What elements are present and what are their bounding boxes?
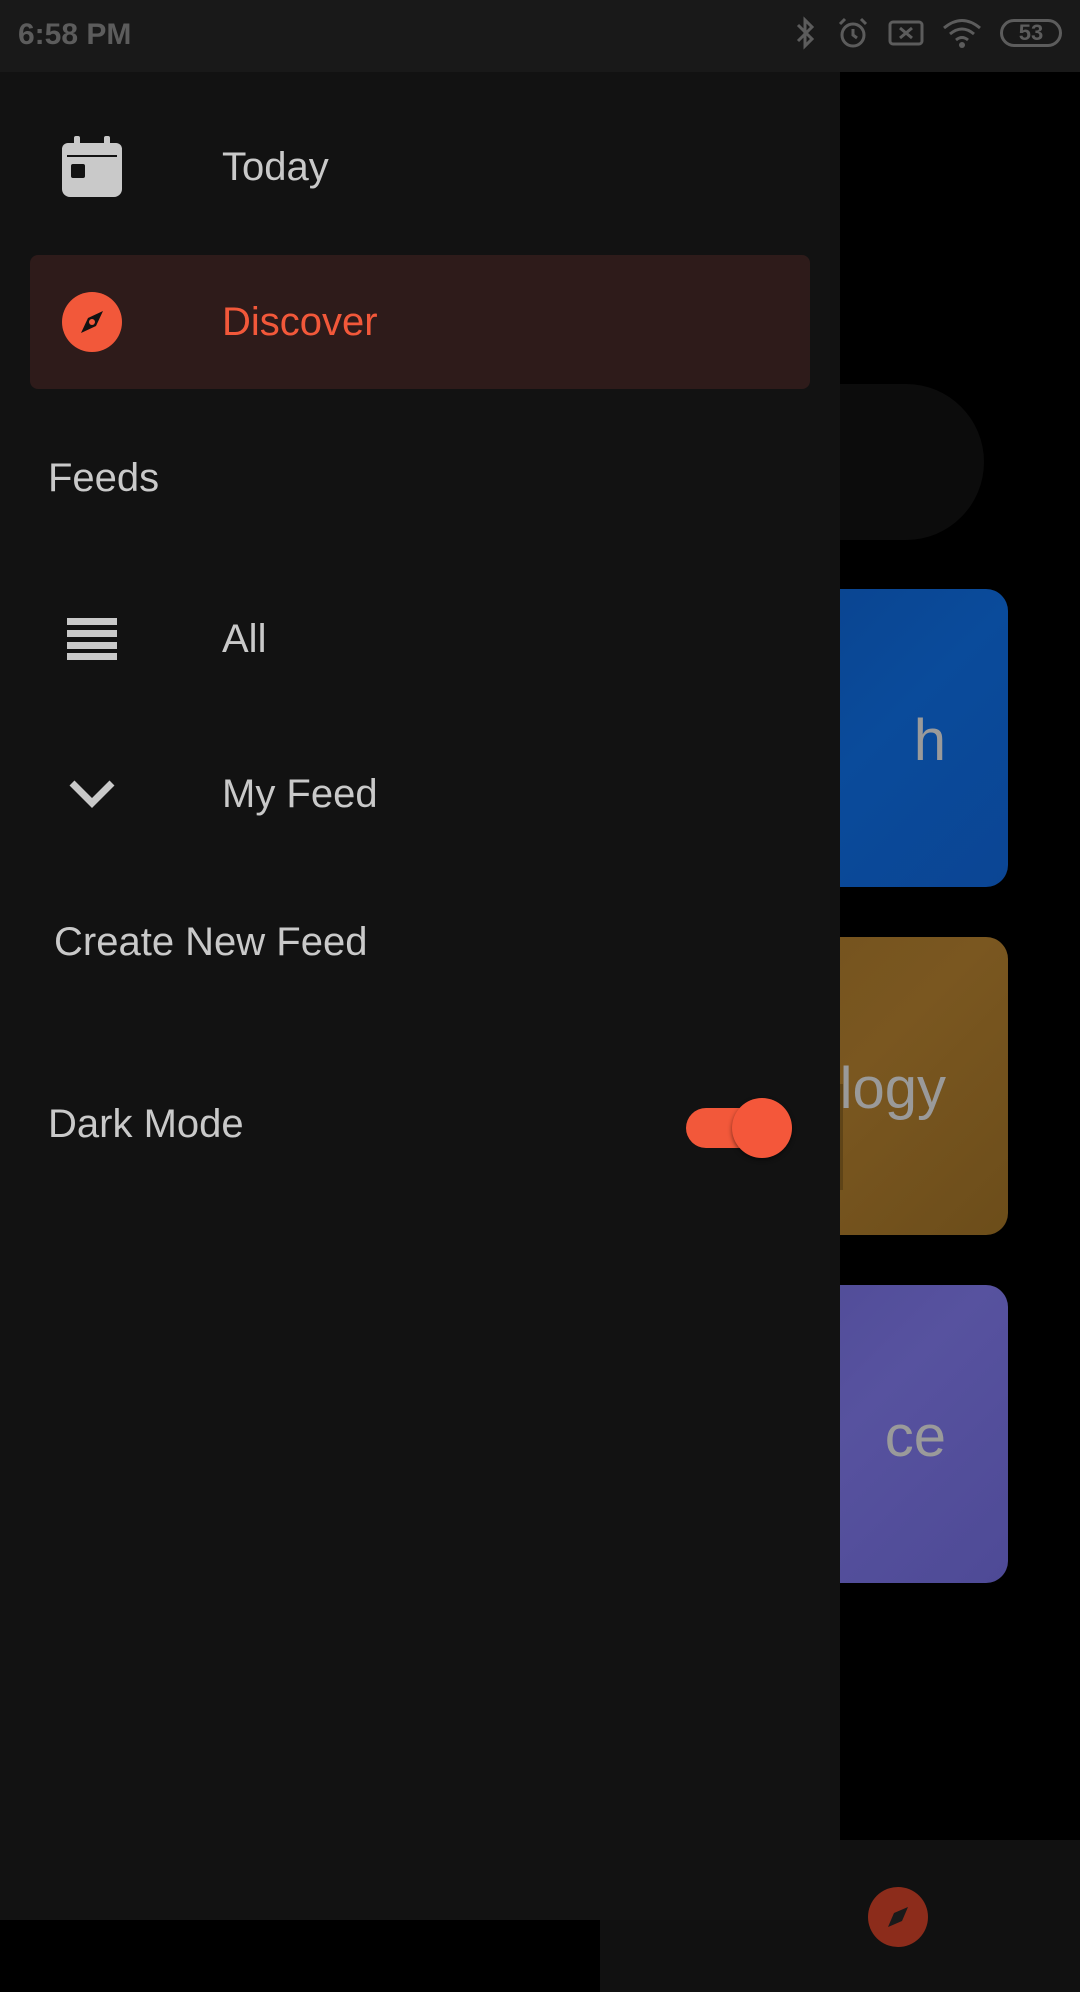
status-bar: 6:58 PM 53	[0, 0, 1080, 72]
nav-item-discover[interactable]: Discover	[30, 255, 810, 389]
create-new-feed-button[interactable]: Create New Feed	[54, 920, 367, 965]
chevron-down-icon	[58, 760, 126, 828]
calendar-icon	[58, 133, 126, 201]
nav-item-label: Discover	[222, 299, 378, 344]
background-compass-icon	[868, 1887, 928, 1947]
dark-mode-row: Dark Mode	[48, 1082, 792, 1172]
dark-mode-label: Dark Mode	[48, 1102, 244, 1146]
battery-icon: 53	[1000, 19, 1062, 47]
nav-item-today[interactable]: Today	[30, 100, 810, 234]
status-time: 6:58 PM	[18, 18, 132, 51]
toggle-thumb	[732, 1098, 792, 1158]
wifi-icon	[942, 17, 982, 49]
nav-item-label: My Feed	[222, 771, 378, 816]
nav-item-label: Today	[222, 144, 329, 189]
dark-mode-toggle[interactable]	[686, 1098, 792, 1158]
sim-off-icon	[888, 19, 924, 47]
bluetooth-icon	[794, 16, 818, 50]
feeds-section-title: Feeds	[48, 456, 160, 500]
nav-item-all[interactable]: All	[30, 572, 810, 706]
nav-item-my-feed[interactable]: My Feed	[30, 727, 810, 861]
navigation-drawer: Today Discover Feeds All My Feed Create …	[0, 72, 840, 1920]
nav-item-label: All	[222, 616, 267, 661]
status-icons: 53	[794, 16, 1062, 50]
alarm-icon	[836, 16, 870, 50]
compass-icon	[58, 288, 126, 356]
menu-icon	[58, 605, 126, 673]
